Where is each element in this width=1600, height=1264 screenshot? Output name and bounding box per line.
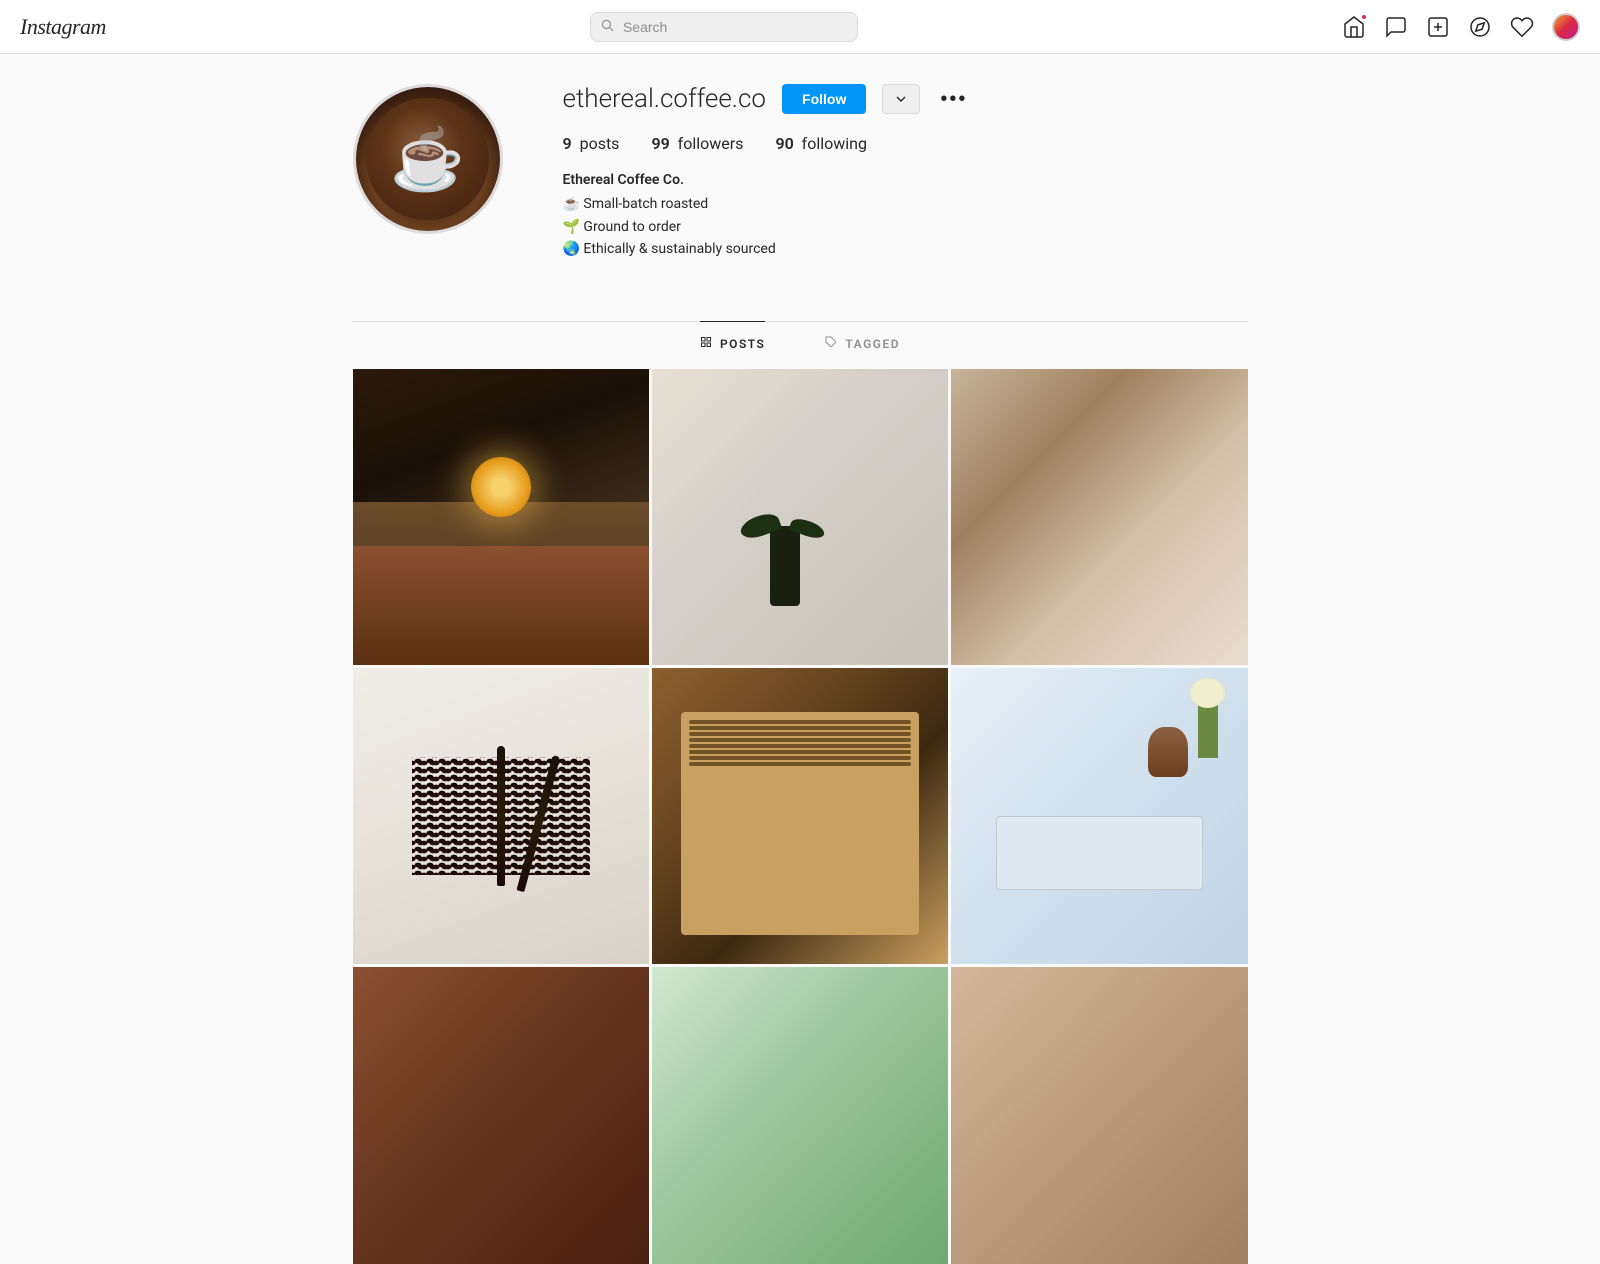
desk-scene	[951, 668, 1247, 964]
profile-avatar	[353, 84, 503, 234]
home-icon[interactable]	[1342, 15, 1366, 39]
nav-icons	[1342, 13, 1580, 41]
search-icon	[600, 18, 614, 36]
tag-icon	[825, 336, 837, 352]
tab-tagged-label: TAGGED	[845, 337, 900, 351]
tab-posts[interactable]: POSTS	[700, 321, 765, 366]
tulip	[1198, 698, 1218, 758]
compass-icon[interactable]	[1468, 15, 1492, 39]
menu-board	[681, 712, 918, 934]
follow-button[interactable]: Follow	[782, 84, 866, 114]
cup-hand	[1148, 727, 1188, 777]
bio-line-1: ☕ Small-batch roasted	[563, 193, 1248, 215]
posts-stat: 9 posts	[563, 134, 620, 153]
heart-icon[interactable]	[1510, 15, 1534, 39]
bio-section: Ethereal Coffee Co. ☕ Small-batch roaste…	[563, 169, 1248, 261]
grid-item-1[interactable]	[353, 369, 649, 665]
grid-item-8[interactable]	[652, 967, 948, 1263]
search-input[interactable]	[590, 12, 858, 42]
bio-line-3: 🌏 Ethically & sustainably sourced	[563, 238, 1248, 260]
profile-avatar-wrap	[353, 84, 503, 261]
grid-item-9[interactable]	[951, 967, 1247, 1263]
notification-dot	[1360, 13, 1368, 21]
grid-item-2[interactable]	[652, 369, 948, 665]
bio-line-2: 🌱 Ground to order	[563, 216, 1248, 238]
followers-stat[interactable]: 99 followers	[651, 134, 743, 153]
posts-count: 9	[563, 134, 572, 153]
instagram-logo[interactable]: Instagram	[20, 14, 106, 40]
grid-item-5[interactable]	[652, 668, 948, 964]
main-content: ethereal.coffee.co Follow ••• 9 posts 99…	[333, 54, 1268, 1264]
create-icon[interactable]	[1426, 15, 1450, 39]
stats-row: 9 posts 99 followers 90 following	[563, 134, 1248, 153]
bio-name: Ethereal Coffee Co.	[563, 169, 1248, 191]
bar-counter	[353, 546, 649, 665]
messenger-icon[interactable]	[1384, 15, 1408, 39]
grid-item-3[interactable]	[951, 369, 1247, 665]
profile-thumbnail	[1552, 13, 1580, 41]
menu-row	[689, 738, 910, 742]
grid-icon	[700, 336, 712, 352]
dropdown-button[interactable]	[882, 84, 920, 114]
following-stat[interactable]: 90 following	[775, 134, 867, 153]
posts-label: posts	[580, 134, 620, 153]
followers-label: followers	[678, 134, 744, 153]
menu-row	[689, 726, 910, 730]
following-label: following	[802, 134, 867, 153]
pendant-light	[495, 472, 509, 486]
username: ethereal.coffee.co	[563, 84, 767, 114]
spoon-left	[497, 746, 505, 886]
profile-info: ethereal.coffee.co Follow ••• 9 posts 99…	[563, 84, 1248, 261]
more-options-button[interactable]: •••	[936, 89, 971, 109]
following-count: 90	[775, 134, 793, 153]
spoons-scene	[353, 668, 649, 964]
grid-item-6[interactable]	[951, 668, 1247, 964]
profile-avatar-nav[interactable]	[1552, 13, 1580, 41]
plant-decoration	[770, 526, 800, 606]
avatar-coffee-image	[356, 87, 500, 231]
tab-posts-label: POSTS	[720, 337, 765, 351]
search-container	[590, 12, 858, 42]
profile-section: ethereal.coffee.co Follow ••• 9 posts 99…	[353, 84, 1248, 291]
profile-top-row: ethereal.coffee.co Follow •••	[563, 84, 1248, 114]
grid-item-4[interactable]	[353, 668, 649, 964]
menu-row	[689, 732, 910, 736]
tabs-section: POSTS TAGGED	[353, 321, 1248, 366]
menu-row	[689, 756, 910, 760]
followers-count: 99	[651, 134, 669, 153]
photo-grid	[353, 369, 1248, 1264]
grid-item-7[interactable]	[353, 967, 649, 1263]
menu-row	[689, 720, 910, 724]
tab-tagged[interactable]: TAGGED	[825, 321, 900, 366]
main-header: Instagram	[0, 0, 1600, 54]
keyboard	[996, 816, 1203, 890]
menu-row	[689, 762, 910, 766]
menu-row	[689, 744, 910, 748]
menu-row	[689, 750, 910, 754]
